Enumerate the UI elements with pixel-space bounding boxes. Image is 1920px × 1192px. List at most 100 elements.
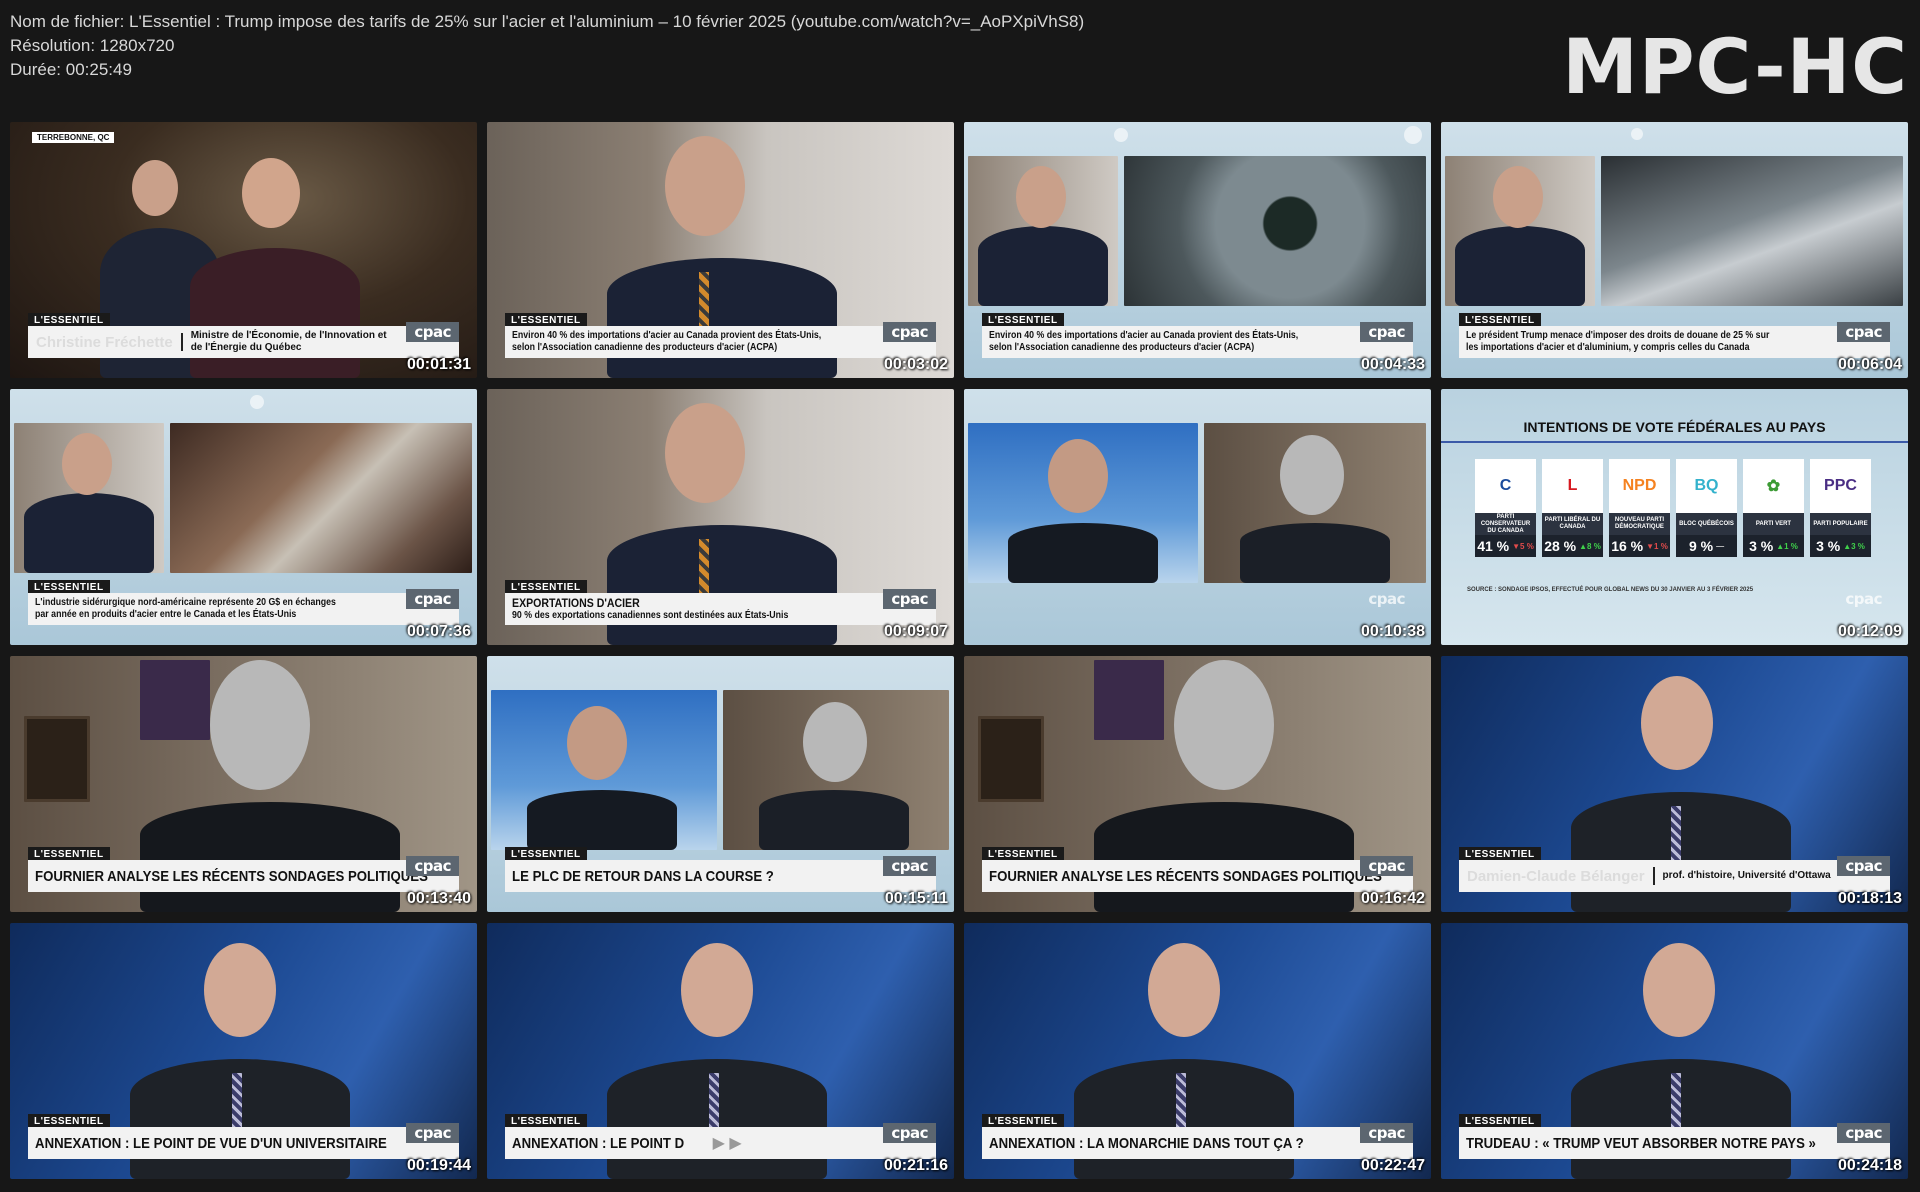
person-head [242, 158, 300, 228]
timestamp: 00:13:40 [406, 890, 471, 907]
decor-dot [250, 395, 264, 409]
thumbnail-6[interactable]: L'ESSENTIEL EXPORTATIONS D'ACIER 90 % de… [487, 389, 954, 645]
banner-text: ANNEXATION : LE POINT DE VUE D'UN UNIVER… [35, 1134, 387, 1152]
timestamp: 00:04:33 [1360, 356, 1425, 373]
person-head [665, 403, 745, 503]
guest-panel [1204, 423, 1426, 583]
banner-text: Environ 40 % des importations d'acier au… [989, 330, 1299, 353]
banner-text: FOURNIER ANALYSE LES RÉCENTS SONDAGES PO… [989, 867, 1382, 885]
cpac-logo: cpac [1360, 322, 1413, 342]
thumbnail-15[interactable]: L'ESSENTIEL ANNEXATION : LA MONARCHIE DA… [964, 923, 1431, 1179]
steel-mill-image [170, 423, 472, 573]
party-logo: NPD [1609, 459, 1670, 513]
thumbnail-2[interactable]: L'ESSENTIEL Environ 40 % des importation… [487, 122, 954, 378]
party-list: C PARTI CONSERVATEUR DU CANADA 41 % ▼5 % … [1475, 459, 1871, 557]
thumbnail-9[interactable]: L'ESSENTIEL FOURNIER ANALYSE LES RÉCENTS… [10, 656, 477, 912]
person-head [1280, 435, 1344, 515]
timestamp: 00:01:31 [406, 356, 471, 373]
guest-name: Christine Fréchette [36, 333, 173, 351]
person-head [1641, 676, 1713, 770]
timestamp: 00:03:02 [883, 356, 948, 373]
person-figure [1571, 792, 1791, 912]
cpac-logo: cpac [1368, 590, 1405, 608]
timestamp: 00:15:11 [884, 890, 948, 907]
cpac-logo: cpac [883, 322, 936, 342]
banner-text: Le président Trump menace d'imposer des … [1466, 330, 1770, 353]
party-card: PPC PARTI POPULAIRE 3 % ▲3 % [1810, 459, 1871, 557]
banner-text: ANNEXATION : LA MONARCHIE DANS TOUT ÇA ? [989, 1134, 1304, 1152]
host-panel [968, 423, 1198, 583]
lower-third-banner: ANNEXATION : LA MONARCHIE DANS TOUT ÇA ? [982, 1127, 1413, 1159]
filename-text: Nom de fichier: L'Essentiel : Trump impo… [10, 12, 1085, 31]
thumbnail-11[interactable]: L'ESSENTIEL FOURNIER ANALYSE LES RÉCENTS… [964, 656, 1431, 912]
timestamp: 00:07:36 [406, 623, 471, 640]
decor-dot [1114, 128, 1128, 142]
party-name: PARTI VERT [1743, 513, 1804, 535]
thumbnail-5[interactable]: L'ESSENTIEL L'industrie sidérurgique nor… [10, 389, 477, 645]
person-head [567, 706, 627, 780]
person-head [204, 943, 276, 1037]
cpac-logo: cpac [406, 589, 459, 609]
thumbnail-1[interactable]: TERREBONNE, QC L'ESSENTIEL Christine Fré… [10, 122, 477, 378]
person-figure [978, 226, 1108, 306]
percent-value: 16 % [1611, 538, 1644, 554]
poll-source: SOURCE : SONDAGE IPSOS, EFFECTUÉ POUR GL… [1467, 587, 1754, 593]
person-head [803, 702, 867, 782]
party-logo: PPC [1810, 459, 1871, 513]
person-figure [140, 802, 400, 912]
cpac-logo: cpac [406, 322, 459, 342]
cpac-logo: cpac [1360, 1123, 1413, 1143]
thumbnail-8[interactable]: INTENTIONS DE VOTE FÉDÉRALES AU PAYS C P… [1441, 389, 1908, 645]
party-percent: 16 % ▼1 % [1609, 535, 1670, 557]
video-panel-left [14, 423, 164, 573]
person-head [665, 136, 745, 236]
person-figure [607, 525, 837, 645]
person-head [1148, 943, 1220, 1037]
mpc-hc-logo: MPC-HC [1562, 22, 1908, 111]
person-figure [527, 790, 677, 850]
lower-third-banner: Environ 40 % des importations d'acier au… [982, 326, 1413, 358]
banner-text: L'industrie sidérurgique nord-américaine… [35, 597, 336, 620]
party-card: NPD NOUVEAU PARTI DÉMOCRATIQUE 16 % ▼1 % [1609, 459, 1670, 557]
percent-change: ▼5 % [1512, 541, 1534, 551]
poll-title: INTENTIONS DE VOTE FÉDÉRALES AU PAYS [1523, 419, 1826, 435]
person-head [1174, 660, 1274, 790]
location-tag: TERREBONNE, QC [32, 132, 115, 143]
person-head [1016, 166, 1066, 228]
cpac-logo: cpac [1845, 590, 1882, 608]
transition-arrows-icon: ▶ ▶ [712, 1135, 742, 1152]
cpac-logo: cpac [1837, 1123, 1890, 1143]
percent-value: 3 % [1816, 538, 1841, 554]
lower-third-banner: FOURNIER ANALYSE LES RÉCENTS SONDAGES PO… [982, 860, 1413, 892]
timestamp: 00:18:13 [1837, 890, 1902, 907]
person-figure [1008, 523, 1158, 583]
timestamp: 00:09:07 [883, 623, 948, 640]
thumbnail-12[interactable]: L'ESSENTIEL Damien-Claude Bélanger prof.… [1441, 656, 1908, 912]
wall-painting [978, 716, 1044, 802]
cpac-logo: cpac [406, 856, 459, 876]
thumbnail-7[interactable]: cpac 00:10:38 [964, 389, 1431, 645]
thumbnail-3[interactable]: L'ESSENTIEL Environ 40 % des importation… [964, 122, 1431, 378]
timestamp: 00:22:47 [1360, 1157, 1425, 1174]
party-percent: 28 % ▲8 % [1542, 535, 1603, 557]
person-figure [607, 258, 837, 378]
thumbnail-14[interactable]: L'ESSENTIEL ANNEXATION : LE POINT D ▶ ▶ … [487, 923, 954, 1179]
foundry-image [1601, 156, 1903, 306]
person-figure [190, 248, 360, 378]
thumbnail-4[interactable]: L'ESSENTIEL Le président Trump menace d'… [1441, 122, 1908, 378]
timestamp: 00:16:42 [1360, 890, 1425, 907]
person-head [1493, 166, 1543, 228]
video-panel-left [1445, 156, 1595, 306]
wall-painting [24, 716, 90, 802]
percent-change: ▲1 % [1776, 541, 1798, 551]
banner-text: ANNEXATION : LE POINT D [512, 1134, 685, 1152]
thumbnail-16[interactable]: L'ESSENTIEL TRUDEAU : « TRUMP VEUT ABSOR… [1441, 923, 1908, 1179]
wall-painting [1094, 660, 1164, 740]
party-name: BLOC QUÉBÉCOIS [1676, 513, 1737, 535]
party-name: PARTI POPULAIRE [1810, 513, 1871, 535]
thumbnail-13[interactable]: L'ESSENTIEL ANNEXATION : LE POINT DE VUE… [10, 923, 477, 1179]
banner-text: TRUDEAU : « TRUMP VEUT ABSORBER NOTRE PA… [1466, 1134, 1816, 1152]
cpac-logo: cpac [883, 1123, 936, 1143]
party-logo: L [1542, 459, 1603, 513]
thumbnail-10[interactable]: L'ESSENTIEL LE PLC DE RETOUR DANS LA COU… [487, 656, 954, 912]
